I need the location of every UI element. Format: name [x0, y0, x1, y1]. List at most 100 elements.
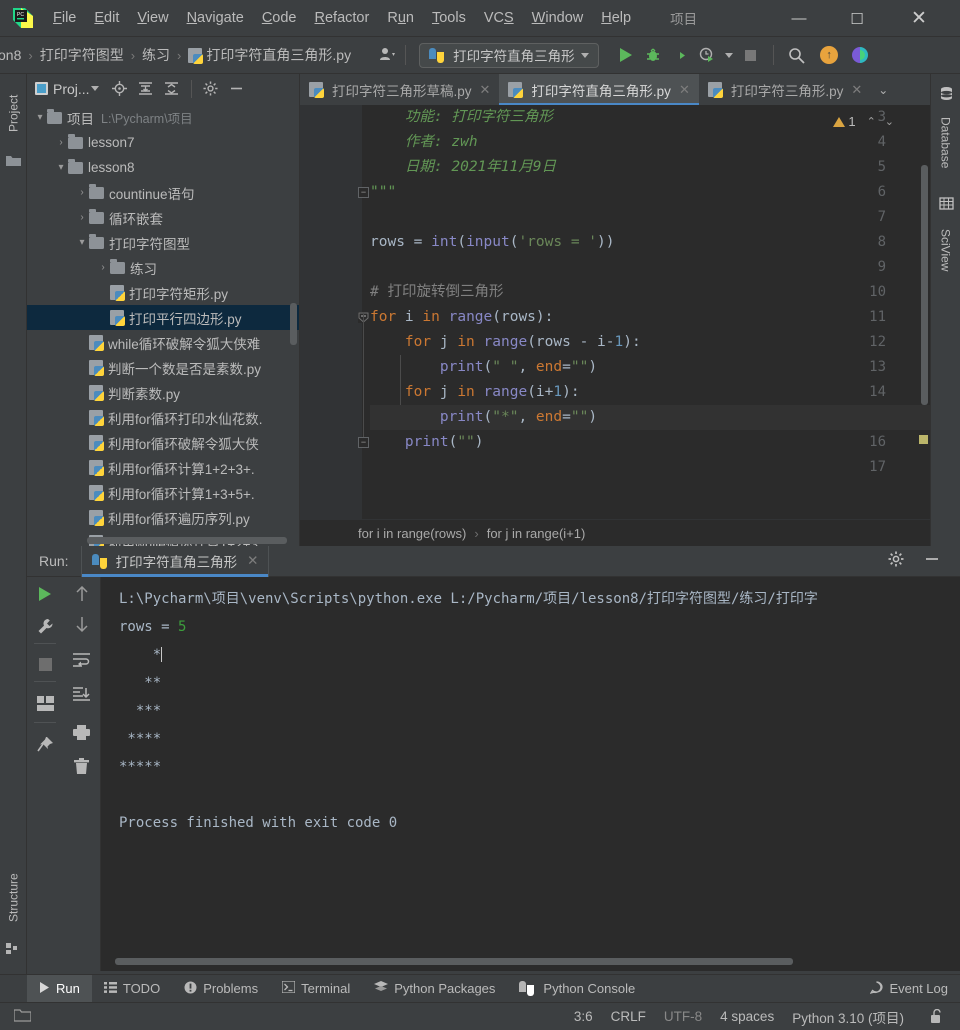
pin-icon[interactable] [34, 733, 56, 755]
tree-item[interactable]: 判断素数.py [27, 380, 299, 405]
chevron-down-icon[interactable]: ⌄ [885, 115, 894, 128]
tree-item[interactable]: while循环破解令狐大侠难 [27, 330, 299, 355]
unlocked-icon[interactable] [928, 1008, 946, 1026]
chevron-down-icon[interactable]: ▾ [33, 112, 47, 123]
code-fold-icon-3[interactable]: − [358, 437, 369, 448]
indent-setting[interactable]: 4 spaces [720, 1009, 774, 1024]
editor-gutter[interactable] [300, 105, 362, 519]
chevron-down-icon[interactable] [90, 86, 99, 91]
menu-tools[interactable]: Tools [423, 7, 475, 29]
tree-item[interactable]: 利用for循环打印水仙花数. [27, 405, 299, 430]
menu-window[interactable]: Window [523, 7, 593, 29]
breadcrumb-folder2[interactable]: 练习 [142, 45, 170, 65]
menu-view[interactable]: View [128, 7, 177, 29]
tree-item[interactable]: 判断一个数是否是素数.py [27, 355, 299, 380]
tree-item[interactable]: ▾ 打印字符图型 [27, 230, 299, 255]
tree-item[interactable]: › lesson7 [27, 130, 299, 155]
minimize-panel-icon[interactable] [924, 551, 940, 571]
rerun-icon[interactable] [34, 583, 56, 605]
tree-item[interactable]: 打印平行四边形.py [27, 305, 299, 330]
ide-features-icon[interactable] [847, 42, 874, 69]
file-encoding[interactable]: UTF-8 [664, 1009, 702, 1024]
chevron-down-icon[interactable]: ▾ [54, 162, 68, 173]
chevron-right-icon[interactable]: › [96, 262, 110, 273]
search-icon[interactable] [783, 42, 810, 69]
menu-run[interactable]: Run [378, 7, 423, 29]
code-line[interactable]: print(" ", end="") [370, 355, 930, 380]
window-close-button[interactable]: ✕ [896, 0, 942, 37]
editor-breadcrumb-1[interactable]: for j in range(i+1) [487, 526, 586, 541]
layout-icon[interactable] [34, 692, 56, 714]
tree-item[interactable]: 打印字符矩形.py [27, 280, 299, 305]
code-text[interactable]: 功能: 打印字符三角形 作者: zwh 日期: 2021年11月9日 """ row… [370, 105, 930, 480]
chevron-up-icon[interactable]: ⌃ [867, 115, 876, 128]
menu-vcs[interactable]: VCS [475, 7, 523, 29]
menu-file[interactable]: File [44, 7, 85, 29]
code-line[interactable]: rows = int(input('rows = ')) [370, 230, 930, 255]
run-tab[interactable]: 打印字符直角三角形 ✕ [80, 545, 270, 577]
editor-tab-2[interactable]: 打印字符三角形.py ✕ [699, 74, 871, 105]
code-line[interactable]: """ [370, 180, 930, 205]
sidebar-item-database[interactable]: Database [932, 106, 959, 180]
tree-horizontal-scrollbar[interactable] [87, 537, 287, 544]
code-line[interactable] [370, 255, 930, 280]
down-arrow-icon[interactable] [71, 613, 93, 635]
locate-file-icon[interactable] [107, 76, 133, 102]
gear-icon[interactable] [198, 76, 224, 102]
tree-item[interactable]: 利用for循环计算1+2+3+. [27, 455, 299, 480]
project-tree[interactable]: ▾ 项目 L:\Pycharm\项目 › lesson7 ▾ lesson8 › countin… [27, 103, 299, 546]
console-horizontal-scrollbar[interactable] [115, 958, 793, 965]
stop-button[interactable] [737, 42, 764, 69]
editor-breadcrumb-0[interactable]: for i in range(rows) [358, 526, 466, 541]
code-line[interactable]: for i in range(rows): [370, 305, 930, 330]
trash-icon[interactable] [71, 755, 93, 777]
bottom-item-run[interactable]: Run [27, 974, 92, 1003]
close-icon[interactable]: ✕ [247, 553, 258, 569]
window-maximize-button[interactable]: ☐ [834, 0, 880, 37]
code-line[interactable]: for j in range(i+1): [370, 380, 930, 405]
editor-tab-0[interactable]: 打印字符三角形草稿.py ✕ [300, 74, 499, 105]
project-panel-title[interactable]: Proj... [53, 81, 90, 97]
chevron-right-icon[interactable]: › [54, 137, 68, 148]
code-line[interactable]: # 打印旋转倒三角形 [370, 280, 930, 305]
breadcrumb-lesson8[interactable]: on8 [0, 47, 21, 63]
close-icon[interactable]: ✕ [851, 82, 862, 98]
inspection-status[interactable]: 1 ⌃ ⌄ [833, 114, 894, 129]
code-canvas[interactable]: 34567891011121314151617 功能: 打印字符三角形 作者: … [300, 105, 930, 519]
editor-tab-1[interactable]: 打印字符直角三角形.py ✕ [499, 74, 700, 105]
caret-position[interactable]: 3:6 [574, 1009, 593, 1024]
tree-vertical-scrollbar[interactable] [290, 303, 297, 345]
tree-item[interactable]: › 练习 [27, 255, 299, 280]
close-icon[interactable]: ✕ [679, 82, 690, 98]
chevron-right-icon[interactable]: › [75, 187, 89, 198]
menu-code[interactable]: Code [253, 7, 306, 29]
code-fold-icon-1[interactable]: − [358, 187, 369, 198]
collapse-all-icon[interactable] [159, 76, 185, 102]
bottom-item-terminal[interactable]: Terminal [270, 975, 362, 1003]
sidebar-item-sciview[interactable]: SciView [932, 216, 959, 284]
profile-dropdown-icon[interactable] [721, 42, 737, 69]
code-line[interactable]: print("") [370, 430, 930, 455]
code-line[interactable] [370, 455, 930, 480]
print-icon[interactable] [71, 721, 93, 743]
python-interpreter[interactable]: Python 3.10 (项目) [792, 1007, 904, 1027]
chevron-down-icon[interactable]: ▾ [75, 237, 89, 248]
status-folder-icon[interactable] [13, 1008, 32, 1025]
tree-item[interactable]: 利用for循环破解令狐大侠 [27, 430, 299, 455]
run-console-output[interactable]: L:\Pycharm\项目\venv\Scripts\python.exe L:… [101, 577, 960, 971]
menu-navigate[interactable]: Navigate [178, 7, 253, 29]
window-minimize-button[interactable]: — [776, 0, 822, 37]
sidebar-item-project[interactable]: Project [0, 80, 27, 146]
wrench-icon[interactable] [34, 615, 56, 637]
update-project-icon[interactable]: ↑ [816, 42, 843, 69]
tree-item[interactable]: › countinue语句 [27, 180, 299, 205]
code-line[interactable]: 日期: 2021年11月9日 [370, 155, 930, 180]
breadcrumb-file[interactable]: 打印字符直角三角形.py [206, 45, 351, 65]
share-user-icon[interactable] [379, 47, 396, 64]
code-line[interactable]: 作者: zwh [370, 130, 930, 155]
minimize-panel-icon[interactable] [224, 76, 250, 102]
tab-list-chevron-icon[interactable]: ⌄ [871, 74, 895, 105]
tree-item[interactable]: 利用for循环计算1+3+5+. [27, 480, 299, 505]
code-line[interactable]: print("*", end="") [370, 405, 930, 430]
code-line[interactable]: for j in range(rows - i-1): [370, 330, 930, 355]
